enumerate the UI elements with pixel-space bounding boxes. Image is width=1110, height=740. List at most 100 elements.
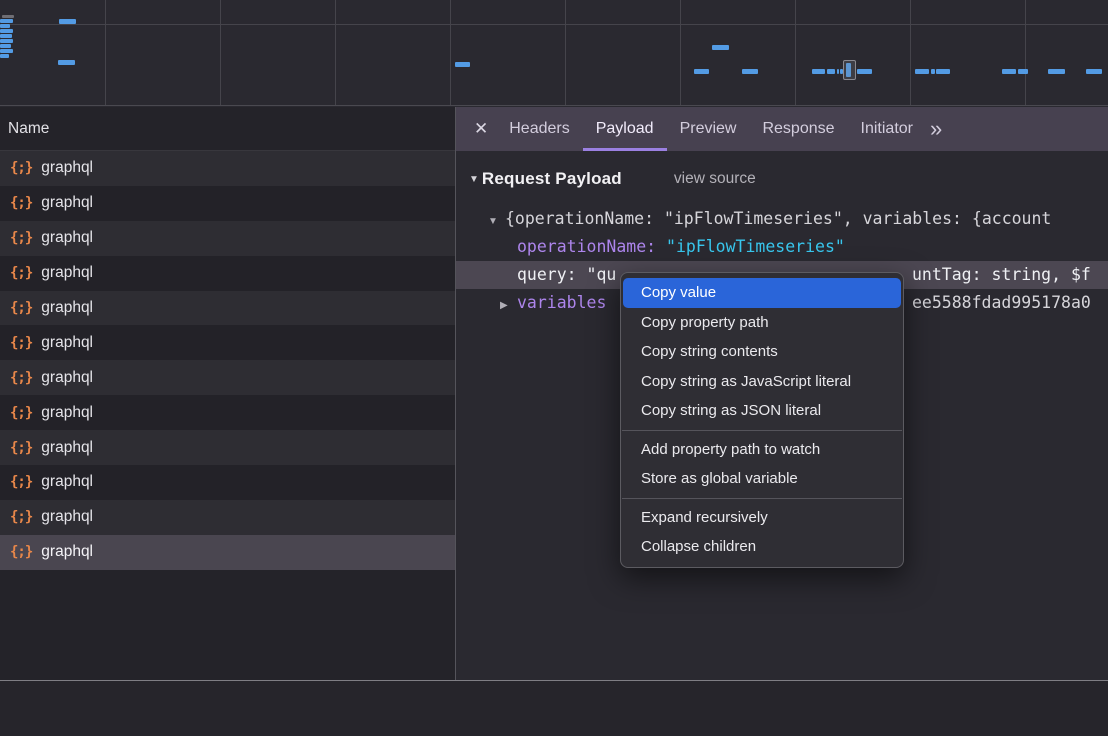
request-timing-bar[interactable] — [712, 45, 729, 50]
overflow-tabs-icon[interactable]: » — [930, 107, 942, 151]
request-timing-bar[interactable] — [1086, 69, 1102, 74]
request-row[interactable]: {;}graphql — [0, 395, 455, 430]
request-timing-bar[interactable] — [827, 69, 835, 74]
request-name: graphql — [41, 229, 93, 247]
request-timing-bar[interactable] — [837, 69, 839, 74]
name-column-label: Name — [8, 120, 49, 138]
context-menu-separator — [622, 498, 902, 499]
expand-triangle-icon[interactable]: ▶ — [500, 292, 517, 317]
request-timing-bar[interactable] — [2, 15, 14, 18]
query-clipped-text: untTag: string, $f — [912, 261, 1091, 289]
context-menu-item-add-property-path-to-watch[interactable]: Add property path to watch — [621, 435, 903, 465]
request-timing-bar[interactable] — [455, 62, 470, 67]
context-menu-item-copy-string-as-javascript-literal[interactable]: Copy string as JavaScript literal — [621, 367, 903, 397]
request-name: graphql — [41, 194, 93, 212]
request-timing-bar[interactable] — [1018, 69, 1028, 74]
request-row[interactable]: {;} graphql — [0, 256, 455, 291]
request-name: graphql — [41, 473, 93, 491]
json-request-icon: {;} — [10, 370, 32, 386]
context-menu-item-copy-property-path[interactable]: Copy property path — [621, 308, 903, 338]
request-timing-bar[interactable] — [0, 44, 11, 48]
name-column-header[interactable]: Name — [0, 107, 456, 151]
json-request-icon: {;} — [10, 160, 32, 176]
request-timing-bar[interactable] — [1048, 69, 1065, 74]
collapse-triangle-icon[interactable]: ▼ — [469, 174, 479, 185]
request-row[interactable]: {;} graphql — [0, 151, 455, 186]
overview-gridline — [795, 0, 796, 105]
json-request-icon: {;} — [10, 509, 32, 525]
context-menu-item-copy-string-contents[interactable]: Copy string contents — [621, 337, 903, 367]
tab-payload[interactable]: Payload — [583, 107, 667, 151]
request-timing-bar[interactable] — [915, 69, 929, 74]
request-timing-bar[interactable] — [694, 69, 709, 74]
request-timing-bar[interactable] — [0, 39, 13, 43]
request-name: graphql — [41, 264, 93, 282]
operation-name-row[interactable]: operationName: "ipFlowTimeseries" — [456, 233, 1108, 261]
request-timing-bar[interactable] — [936, 69, 950, 74]
tab-initiator[interactable]: Initiator — [848, 107, 926, 151]
context-menu-item-copy-value[interactable]: Copy value — [623, 278, 901, 308]
tab-preview[interactable]: Preview — [667, 107, 750, 151]
panel-header-row: Name ✕ HeadersPayloadPreviewResponseInit… — [0, 107, 1108, 151]
request-name: graphql — [41, 508, 93, 526]
request-name: graphql — [41, 439, 93, 457]
overview-gridline — [910, 0, 911, 105]
pane-divider[interactable] — [455, 107, 456, 736]
request-timing-bar[interactable] — [0, 29, 13, 33]
request-timing-bar[interactable] — [742, 69, 758, 74]
request-row[interactable]: {;}graphql — [0, 535, 455, 570]
request-name: graphql — [41, 334, 93, 352]
request-timing-bar[interactable] — [0, 49, 13, 53]
overview-gridline — [680, 0, 681, 105]
request-row[interactable]: {;} graphql — [0, 221, 455, 256]
context-menu-separator — [622, 430, 902, 431]
context-menu-item-copy-string-as-json-literal[interactable]: Copy string as JSON literal — [621, 396, 903, 426]
context-menu-item-expand-recursively[interactable]: Expand recursively — [621, 503, 903, 533]
property-value: "ipFlowTimeseries" — [666, 237, 845, 256]
context-menu-item-store-as-global-variable[interactable]: Store as global variable — [621, 464, 903, 494]
json-request-icon: {;} — [10, 300, 32, 316]
request-timing-bar[interactable] — [857, 69, 872, 74]
overview-selected-request-box — [843, 60, 856, 80]
request-timing-bar[interactable] — [0, 34, 12, 38]
json-request-icon: {;} — [10, 265, 32, 281]
tab-response[interactable]: Response — [749, 107, 847, 151]
json-request-icon: {;} — [10, 474, 32, 490]
request-timing-bar[interactable] — [0, 19, 13, 23]
request-row[interactable]: {;} graphql — [0, 465, 455, 500]
request-timing-bar[interactable] — [931, 69, 935, 74]
request-row[interactable]: {;}graphql — [0, 325, 455, 360]
request-timing-bar[interactable] — [812, 69, 825, 74]
request-row[interactable]: {;}graphql — [0, 360, 455, 395]
variables-clipped-text: ee5588fdad995178a0 — [912, 289, 1091, 317]
json-request-icon: {;} — [10, 405, 32, 421]
request-timing-bar[interactable] — [59, 19, 76, 24]
request-row[interactable]: {;} graphql — [0, 186, 455, 221]
payload-root-row[interactable]: ▼{operationName: "ipFlowTimeseries", var… — [456, 205, 1108, 233]
overview-gridline — [565, 0, 566, 105]
network-overview-timeline[interactable] — [0, 0, 1108, 106]
request-timing-bar[interactable] — [58, 60, 75, 65]
overview-gridline — [450, 0, 451, 105]
close-icon[interactable]: ✕ — [474, 119, 488, 139]
request-name: graphql — [41, 159, 93, 177]
request-timing-bar[interactable] — [0, 24, 10, 28]
payload-root-preview: {operationName: "ipFlowTimeseries", vari… — [505, 209, 1051, 228]
devtools-window: Name ✕ HeadersPayloadPreviewResponseInit… — [0, 0, 1108, 736]
status-footer — [0, 681, 1108, 736]
request-row[interactable]: {;} graphql — [0, 500, 455, 535]
context-menu-item-collapse-children[interactable]: Collapse children — [621, 532, 903, 562]
request-name: graphql — [41, 299, 93, 317]
request-row[interactable]: {;}graphql — [0, 430, 455, 465]
view-source-link[interactable]: view source — [674, 170, 756, 188]
overview-gridline — [1025, 0, 1026, 105]
tab-headers[interactable]: Headers — [496, 107, 582, 151]
json-request-icon: {;} — [10, 230, 32, 246]
request-row[interactable]: {;} graphql — [0, 291, 455, 326]
request-timing-bar[interactable] — [1002, 69, 1016, 74]
overview-gridline — [335, 0, 336, 105]
detail-tab-bar: ✕ HeadersPayloadPreviewResponseInitiator… — [456, 107, 1108, 151]
request-timing-bar[interactable] — [0, 54, 9, 58]
collapse-triangle-icon[interactable]: ▼ — [488, 208, 505, 233]
json-request-icon: {;} — [10, 195, 32, 211]
